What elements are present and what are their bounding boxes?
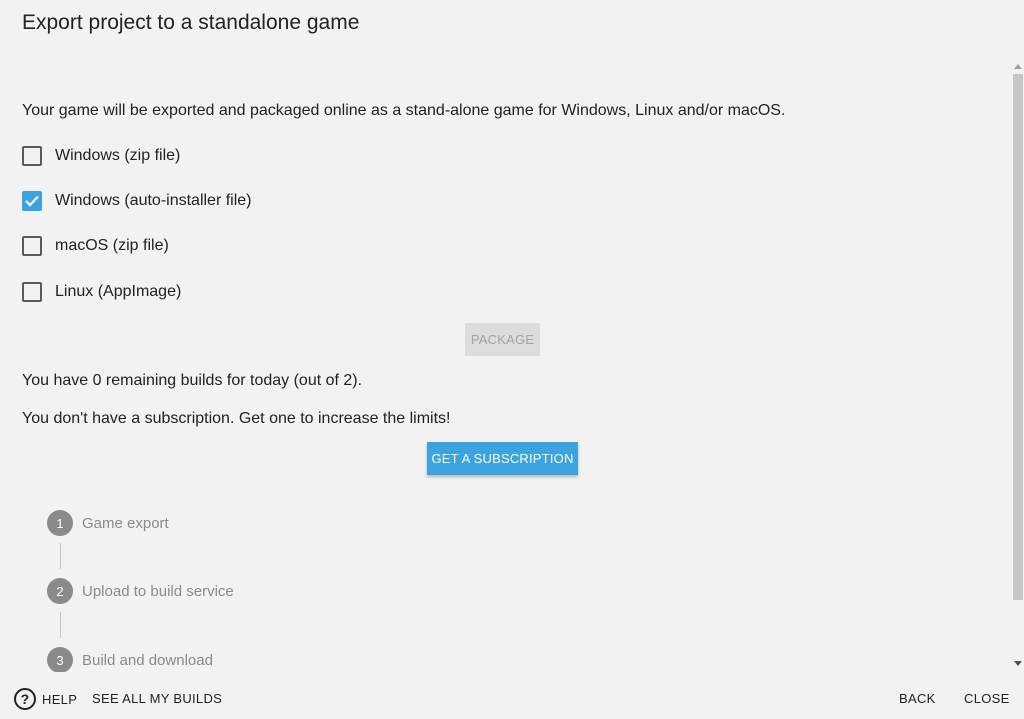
- step-upload: 2 Upload to build service: [47, 578, 234, 604]
- export-description: Your game will be exported and packaged …: [22, 102, 786, 119]
- checkbox-windows-zip[interactable]: Windows (zip file): [22, 146, 180, 166]
- checkbox-icon[interactable]: [22, 236, 42, 256]
- scrollbar-thumb[interactable]: [1013, 74, 1023, 600]
- step-number: 2: [47, 578, 73, 604]
- dialog-title: Export project to a standalone game: [22, 11, 360, 34]
- help-button[interactable]: ? HELP: [14, 688, 77, 710]
- checkbox-icon[interactable]: [22, 282, 42, 302]
- dialog-footer: ? HELP SEE ALL MY BUILDS BACK CLOSE: [0, 672, 1024, 719]
- step-game-export: 1 Game export: [47, 510, 169, 536]
- help-icon: ?: [14, 688, 36, 710]
- close-button[interactable]: CLOSE: [964, 691, 1010, 706]
- step-label: Upload to build service: [82, 582, 234, 600]
- back-button[interactable]: BACK: [899, 691, 936, 706]
- step-label: Build and download: [82, 651, 213, 669]
- help-label: HELP: [42, 691, 78, 707]
- step-build-download: 3 Build and download: [47, 647, 213, 672]
- vertical-scrollbar[interactable]: [1012, 58, 1024, 672]
- scroll-up-arrow-icon[interactable]: [1014, 64, 1022, 69]
- dialog-content: Your game will be exported and packaged …: [0, 58, 1010, 672]
- checkbox-label: macOS (zip file): [55, 237, 169, 254]
- checkbox-label: Linux (AppImage): [55, 283, 182, 300]
- checkbox-macos-zip[interactable]: macOS (zip file): [22, 236, 169, 256]
- step-number: 3: [47, 647, 73, 672]
- step-connector: [60, 612, 61, 638]
- step-number: 1: [47, 510, 73, 536]
- checkmark-icon: [25, 195, 39, 207]
- subscription-info-text: You don't have a subscription. Get one t…: [22, 410, 451, 427]
- step-label: Game export: [82, 514, 169, 532]
- checkbox-icon[interactable]: [22, 146, 42, 166]
- checkbox-windows-installer[interactable]: Windows (auto-installer file): [22, 191, 252, 211]
- checkbox-checked-icon[interactable]: [22, 191, 42, 211]
- package-button[interactable]: PACKAGE: [465, 323, 540, 356]
- see-all-builds-button[interactable]: SEE ALL MY BUILDS: [92, 691, 222, 706]
- checkbox-label: Windows (zip file): [55, 147, 181, 164]
- checkbox-linux-appimage[interactable]: Linux (AppImage): [22, 282, 181, 302]
- scroll-down-arrow-icon[interactable]: [1014, 661, 1022, 666]
- checkbox-label: Windows (auto-installer file): [55, 192, 252, 209]
- builds-remaining-text: You have 0 remaining builds for today (o…: [22, 372, 363, 389]
- step-connector: [60, 543, 61, 569]
- get-subscription-button[interactable]: GET A SUBSCRIPTION: [427, 442, 578, 475]
